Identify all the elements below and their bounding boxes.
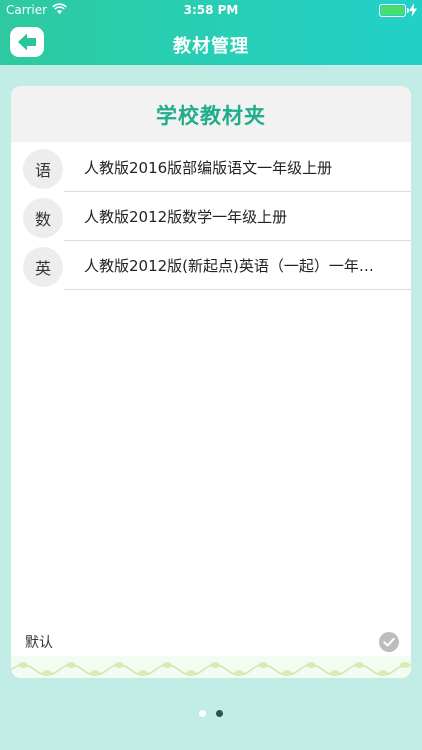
card-header: 学校教材夹 <box>11 86 411 142</box>
decorative-leaf-border <box>11 656 411 678</box>
page-dot[interactable] <box>199 710 206 717</box>
textbook-item-chinese[interactable]: 语 人教版2016版部编版语文一年级上册 <box>11 143 411 192</box>
textbook-name: 人教版2012版数学一年级上册 <box>84 208 288 226</box>
subject-badge: 英 <box>23 247 63 287</box>
status-time: 3:58 PM <box>183 3 239 17</box>
page-indicator[interactable] <box>0 710 422 720</box>
charging-bolt-icon <box>409 3 417 17</box>
navigation-bar: Carrier 3:58 PM 教材管理 <box>0 0 422 65</box>
checkmark-circle-icon[interactable] <box>379 632 399 652</box>
page-dot-active[interactable] <box>216 710 223 717</box>
default-label: 默认 <box>25 635 53 651</box>
battery-icon <box>379 4 406 17</box>
subject-badge: 语 <box>23 149 63 189</box>
card-title: 学校教材夹 <box>156 104 266 128</box>
textbook-item-english[interactable]: 英 人教版2012版(新起点)英语（一起）一年… <box>11 241 411 290</box>
subject-badge: 数 <box>23 198 63 238</box>
textbook-folder-card: 学校教材夹 语 人教版2016版部编版语文一年级上册 数 人教版2012版数学一… <box>11 86 411 678</box>
textbook-item-math[interactable]: 数 人教版2012版数学一年级上册 <box>11 192 411 241</box>
textbook-name: 人教版2016版部编版语文一年级上册 <box>84 159 333 177</box>
page-title: 教材管理 <box>173 36 249 57</box>
textbook-name: 人教版2012版(新起点)英语（一起）一年… <box>84 257 374 275</box>
status-bar: Carrier 3:58 PM <box>0 0 422 20</box>
divider <box>64 289 411 290</box>
